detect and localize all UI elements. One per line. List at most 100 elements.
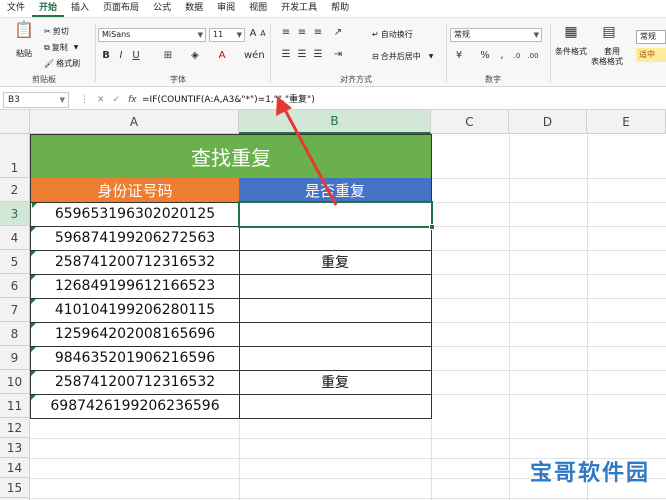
font-color-icon[interactable]: A: [216, 50, 228, 62]
worksheet-grid[interactable]: A B C D E 1 2 3 4 5 6 7 8 9 10 11 12 13 …: [0, 110, 666, 500]
row-header-9[interactable]: 9: [0, 346, 30, 370]
row-header-6[interactable]: 6: [0, 274, 30, 298]
menu-file[interactable]: 文件: [0, 0, 32, 17]
column-header-d[interactable]: D: [509, 110, 587, 134]
id-cell[interactable]: 659653196302020125: [30, 202, 240, 227]
align-left-icon[interactable]: ☰: [280, 49, 292, 61]
underline-icon[interactable]: U: [130, 50, 142, 62]
style-normal[interactable]: 常规: [636, 30, 666, 44]
row-header-14[interactable]: 14: [0, 458, 30, 478]
row-header-5[interactable]: 5: [0, 250, 30, 274]
menu-view[interactable]: 视图: [242, 0, 274, 17]
menu-review[interactable]: 审阅: [210, 0, 242, 17]
column-header-e[interactable]: E: [587, 110, 666, 134]
row-header-15[interactable]: 15: [0, 478, 30, 498]
row-header-13[interactable]: 13: [0, 438, 30, 458]
merge-center-button[interactable]: ⊟ 合并后居中 ▼: [372, 51, 433, 62]
menu-formulas[interactable]: 公式: [146, 0, 178, 17]
row-header-4[interactable]: 4: [0, 226, 30, 250]
border-icon[interactable]: ⊞: [162, 50, 174, 62]
duplicate-cell[interactable]: [239, 274, 432, 299]
comma-icon[interactable]: ,: [496, 50, 508, 62]
cancel-icon[interactable]: ✕: [97, 95, 105, 105]
id-cell[interactable]: 698742619920623659​6: [30, 394, 240, 419]
formula-input[interactable]: =IF(COUNTIF(A:A,A3&"*")=1,"","重复"): [142, 92, 315, 108]
duplicate-cell[interactable]: [239, 298, 432, 323]
increase-decimal-icon[interactable]: .0: [510, 50, 524, 62]
menu-help[interactable]: 帮助: [324, 0, 356, 17]
wrap-text-button[interactable]: ↵ 自动换行: [372, 29, 413, 40]
row-header-2[interactable]: 2: [0, 178, 30, 202]
active-cell-selection[interactable]: [238, 201, 435, 230]
duplicate-cell[interactable]: 重复: [239, 250, 432, 275]
insert-function-icon[interactable]: fx: [128, 95, 137, 105]
align-top-icon[interactable]: ≡: [280, 27, 292, 39]
row-header-8[interactable]: 8: [0, 322, 30, 346]
header-cell-id[interactable]: 身份证号码: [30, 178, 240, 203]
duplicate-cell[interactable]: [239, 394, 432, 419]
paste-icon[interactable]: 📋: [14, 22, 34, 44]
cut-button[interactable]: ✂ 剪切: [44, 26, 69, 37]
formula-bar: B3 ▼ ⋮ ✕ ✓ fx =IF(COUNTIF(A:A,A3&"*")=1,"…: [0, 90, 666, 110]
fill-handle[interactable]: [429, 224, 435, 230]
percent-icon[interactable]: %: [478, 50, 492, 62]
paste-button[interactable]: 粘贴: [16, 48, 32, 59]
copy-button[interactable]: ⧉ 复制 ▼: [44, 42, 78, 53]
align-center-icon[interactable]: ☰: [296, 49, 308, 61]
italic-icon[interactable]: I: [115, 50, 127, 62]
menu-insert[interactable]: 插入: [64, 0, 96, 17]
font-name-select[interactable]: MiSans ▼: [98, 28, 206, 42]
decrease-decimal-icon[interactable]: .00: [526, 50, 540, 62]
column-header-b[interactable]: B: [239, 110, 431, 134]
header-cell-duplicate[interactable]: 是否重复: [239, 178, 432, 203]
orientation-icon[interactable]: ↗: [332, 27, 344, 39]
id-cell[interactable]: 258741200712316532: [30, 370, 240, 395]
id-cell[interactable]: 126849199612166523: [30, 274, 240, 299]
more-icon[interactable]: ⋮: [80, 95, 89, 105]
row-header-1[interactable]: 1: [0, 134, 30, 178]
select-all-corner[interactable]: [0, 110, 30, 134]
conditional-format-button[interactable]: 条件格式: [555, 46, 587, 57]
id-cell[interactable]: 984635201906216596: [30, 346, 240, 371]
shrink-font-icon[interactable]: A: [258, 28, 268, 40]
duplicate-cell[interactable]: [239, 346, 432, 371]
align-middle-icon[interactable]: ≡: [296, 27, 308, 39]
duplicate-cell[interactable]: [239, 322, 432, 347]
confirm-icon[interactable]: ✓: [113, 95, 121, 105]
number-format-select[interactable]: 常规 ▼: [450, 28, 542, 42]
duplicate-cell[interactable]: 重复: [239, 370, 432, 395]
grow-font-icon[interactable]: A: [248, 28, 258, 40]
conditional-format-icon[interactable]: ▦: [562, 25, 580, 39]
column-header-a[interactable]: A: [30, 110, 239, 134]
row-header-12[interactable]: 12: [0, 418, 30, 438]
menu-developer[interactable]: 开发工具: [274, 0, 324, 17]
align-bottom-icon[interactable]: ≡: [312, 27, 324, 39]
name-box[interactable]: B3 ▼: [3, 92, 69, 108]
row-header-11[interactable]: 11: [0, 394, 30, 418]
font-size-value: 11: [213, 30, 224, 39]
table-format-icon[interactable]: ▤: [600, 25, 618, 39]
menu-home[interactable]: 开始: [32, 0, 65, 17]
fill-color-icon[interactable]: ◈: [189, 50, 201, 62]
row-header-10[interactable]: 10: [0, 370, 30, 394]
column-header-c[interactable]: C: [431, 110, 509, 134]
currency-icon[interactable]: ¥: [452, 50, 466, 62]
format-painter-button[interactable]: 🖌 格式刷: [44, 58, 80, 69]
bold-icon[interactable]: B: [100, 50, 112, 62]
row-header-3[interactable]: 3: [0, 202, 30, 226]
duplicate-cell[interactable]: [239, 226, 432, 251]
style-neutral[interactable]: 适中: [636, 48, 666, 62]
phonetic-icon[interactable]: wén: [244, 50, 265, 62]
font-size-select[interactable]: 11 ▼: [209, 28, 245, 42]
table-format-button-line2[interactable]: 表格格式: [591, 56, 623, 67]
menu-page-layout[interactable]: 页面布局: [96, 0, 146, 17]
id-cell[interactable]: 596874199206272563: [30, 226, 240, 251]
indent-icon[interactable]: ⇥: [332, 49, 344, 61]
id-cell[interactable]: 410104199206280115: [30, 298, 240, 323]
align-right-icon[interactable]: ☰: [312, 49, 324, 61]
menu-data[interactable]: 数据: [178, 0, 210, 17]
id-cell[interactable]: 258741200712316532: [30, 250, 240, 275]
id-cell[interactable]: 125964202008165696: [30, 322, 240, 347]
row-header-7[interactable]: 7: [0, 298, 30, 322]
title-cell[interactable]: 查找重复: [30, 134, 432, 179]
